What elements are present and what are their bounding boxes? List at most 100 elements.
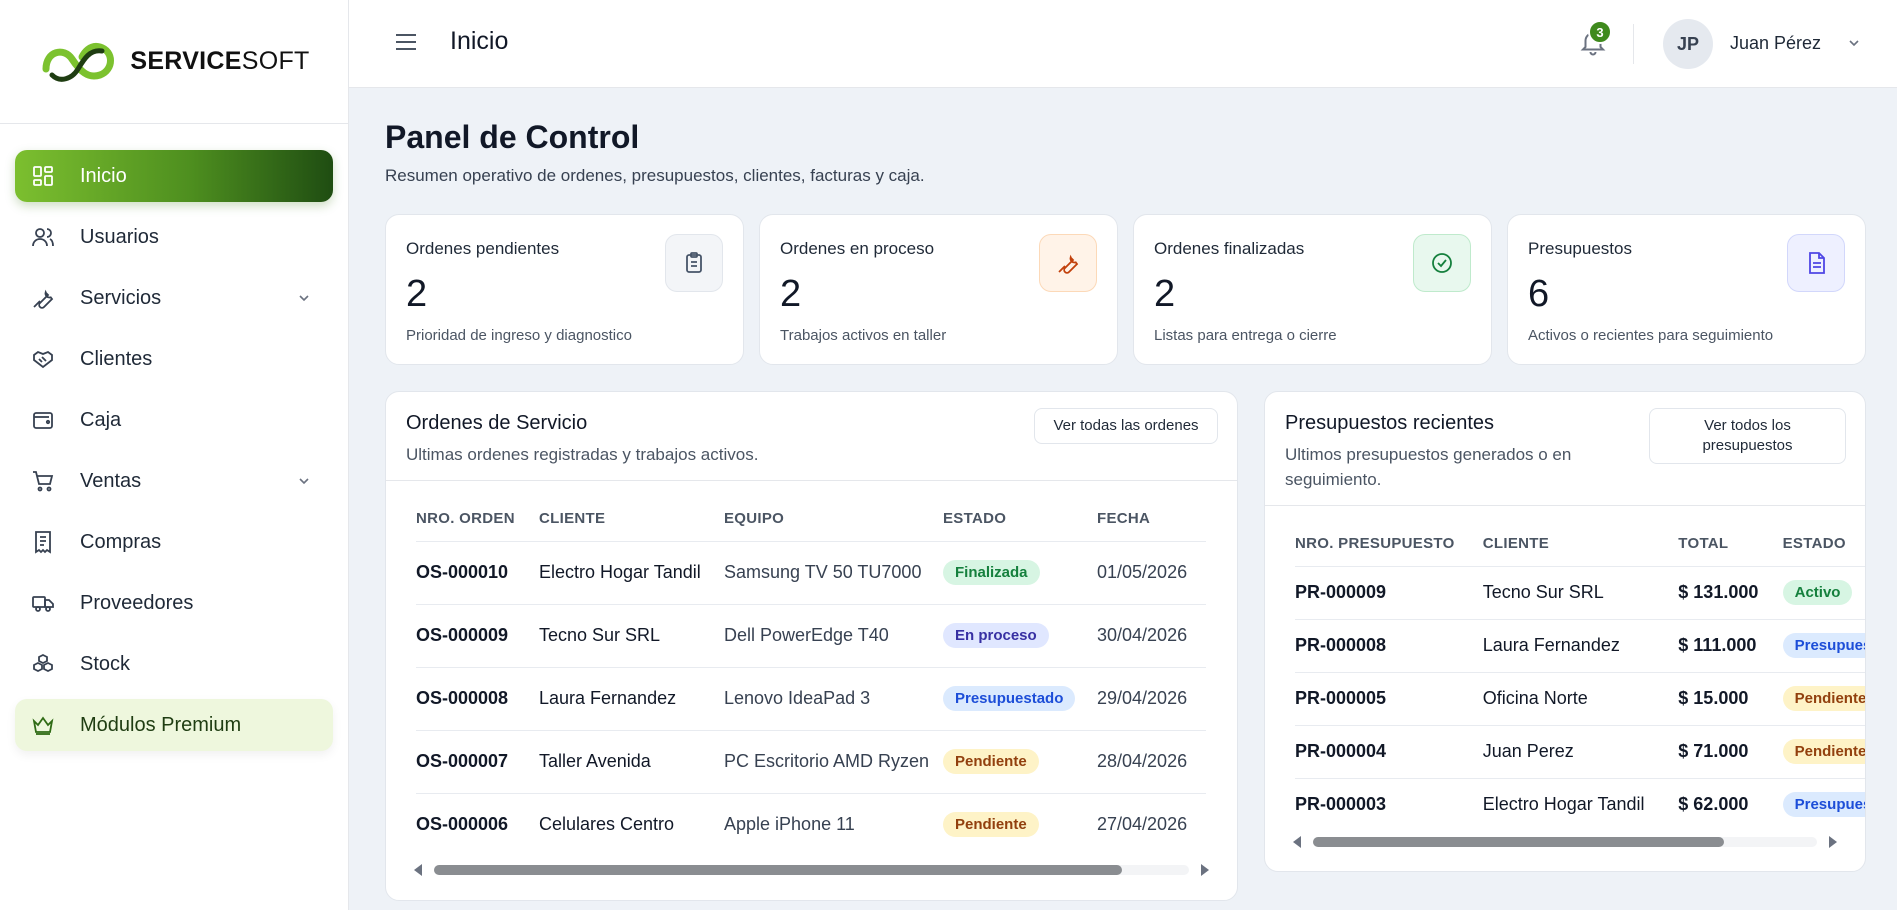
stat-description: Listas para entrega o cierre (1154, 327, 1337, 344)
table-row[interactable]: PR-000003 Electro Hogar Tandil $ 62.000 … (1295, 778, 1865, 831)
table-row[interactable]: OS-000008 Laura Fernandez Lenovo IdeaPad… (416, 667, 1206, 730)
table-row[interactable]: OS-000010 Electro Hogar Tandil Samsung T… (416, 541, 1206, 604)
document-icon (1787, 234, 1845, 292)
table-row[interactable]: PR-000009 Tecno Sur SRL $ 131.000 Activo (1295, 566, 1865, 619)
order-code[interactable]: OS-000006 (416, 793, 539, 856)
scroll-right-arrow-icon[interactable] (1201, 864, 1209, 876)
column-header[interactable]: NRO. ORDEN (416, 497, 539, 541)
header-divider (1633, 24, 1634, 64)
status-badge: Pendiente (943, 812, 1039, 838)
column-header[interactable]: EQUIPO (724, 497, 943, 541)
table-row[interactable]: OS-000007 Taller Avenida PC Escritorio A… (416, 730, 1206, 793)
sidebar: SERVICESOFT Inicio Usuarios Servicios Cl… (0, 0, 349, 910)
sidebar-item-usuarios[interactable]: Usuarios (15, 211, 333, 263)
quote-code[interactable]: PR-000004 (1295, 725, 1483, 778)
status-badge: Pendiente (1782, 739, 1865, 764)
table-row[interactable]: OS-000009 Tecno Sur SRL Dell PowerEdge T… (416, 604, 1206, 667)
status-badge: Activo (1782, 580, 1853, 605)
chevron-down-icon[interactable] (297, 471, 311, 494)
quote-code[interactable]: PR-000009 (1295, 566, 1483, 619)
sidebar-item-stock[interactable]: Stock (15, 638, 333, 690)
scroll-left-arrow-icon[interactable] (414, 864, 422, 876)
stat-card-finalizadas[interactable]: Ordenes finalizadas 2 Listas para entreg… (1133, 214, 1492, 365)
sidebar-item-modulos-premium[interactable]: Módulos Premium (15, 699, 333, 751)
column-header[interactable]: NRO. PRESUPUESTO (1295, 522, 1483, 566)
sidebar-item-proveedores[interactable]: Proveedores (15, 577, 333, 629)
sidebar-nav: Inicio Usuarios Servicios Clientes Caja … (0, 124, 348, 751)
stat-card-en-proceso[interactable]: Ordenes en proceso 2 Trabajos activos en… (759, 214, 1118, 365)
sidebar-item-label: Ventas (80, 469, 142, 492)
column-header[interactable]: ESTADO (1783, 522, 1865, 566)
scrollbar-thumb[interactable] (1313, 837, 1724, 847)
status-badge: En proceso (943, 623, 1049, 648)
sidebar-item-servicios[interactable]: Servicios (15, 272, 333, 324)
column-header[interactable]: TOTAL (1678, 522, 1782, 566)
scroll-left-arrow-icon[interactable] (1293, 836, 1301, 848)
truck-icon (30, 590, 56, 616)
stat-card-pendientes[interactable]: Ordenes pendientes 2 Prioridad de ingres… (385, 214, 744, 365)
horizontal-scrollbar[interactable] (1285, 834, 1845, 848)
quote-code[interactable]: PR-000005 (1295, 672, 1483, 725)
sidebar-item-compras[interactable]: Compras (15, 516, 333, 568)
stat-value: 6 (1528, 273, 1550, 315)
view-all-quotes-button[interactable]: Ver todos los presupuestos (1649, 408, 1846, 464)
order-equipment: Samsung TV 50 TU7000 (724, 562, 922, 582)
quotes-panel: Presupuestos recientes Ultimos presupues… (1264, 391, 1866, 872)
table-row[interactable]: PR-000005 Oficina Norte $ 15.000 Pendien… (1295, 672, 1865, 725)
quote-code[interactable]: PR-000008 (1295, 619, 1483, 672)
order-code[interactable]: OS-000008 (416, 667, 539, 730)
quotes-subtitle-line: Ultimos presupuestos generados o en (1285, 445, 1572, 464)
order-code[interactable]: OS-000007 (416, 730, 539, 793)
order-code[interactable]: OS-000010 (416, 541, 539, 604)
column-header[interactable]: ESTADO (943, 497, 1097, 541)
order-client: Tecno Sur SRL (539, 625, 661, 645)
horizontal-scrollbar[interactable] (406, 862, 1217, 876)
sidebar-item-label: Usuarios (80, 225, 159, 248)
grid-icon (30, 163, 56, 189)
view-all-orders-button[interactable]: Ver todas las ordenes (1034, 408, 1218, 444)
stat-card-presupuestos[interactable]: Presupuestos 6 Activos o recientes para … (1507, 214, 1866, 365)
sidebar-item-ventas[interactable]: Ventas (15, 455, 333, 507)
table-row[interactable]: PR-000004 Juan Perez $ 71.000 Pendiente (1295, 725, 1865, 778)
order-equipment: Apple iPhone 11 (724, 814, 855, 835)
column-header[interactable]: FECHA (1097, 497, 1206, 541)
orders-panel: Ordenes de Servicio Ultimas ordenes regi… (385, 391, 1238, 901)
status-badge: Presupuestado (1782, 792, 1865, 818)
table-row[interactable]: PR-000008 Laura Fernandez $ 111.000 Pres… (1295, 619, 1865, 672)
dashboard-title: Panel de Control (385, 119, 640, 155)
order-code[interactable]: OS-000009 (416, 604, 539, 667)
order-client: Taller Avenida (539, 751, 651, 771)
stat-value: 2 (406, 273, 428, 315)
sidebar-item-inicio[interactable]: Inicio (15, 150, 333, 202)
scrollbar-thumb[interactable] (434, 865, 1122, 875)
scroll-right-arrow-icon[interactable] (1829, 836, 1837, 848)
quote-code[interactable]: PR-000003 (1295, 778, 1483, 831)
chevron-down-icon[interactable] (297, 288, 311, 311)
quote-client: Laura Fernandez (1482, 635, 1620, 655)
sidebar-item-caja[interactable]: Caja (15, 394, 333, 446)
column-header[interactable]: CLIENTE (539, 497, 724, 541)
stat-description: Prioridad de ingreso y diagnostico (406, 327, 632, 344)
quote-total: $ 62.000 (1678, 794, 1749, 815)
user-name[interactable]: Juan Pérez (1730, 33, 1821, 54)
hamburger-menu-icon[interactable] (395, 32, 417, 52)
logo[interactable]: SERVICESOFT (0, 0, 348, 124)
order-date: 01/05/2026 (1097, 562, 1188, 582)
avatar[interactable]: JP (1663, 19, 1713, 69)
sidebar-item-clientes[interactable]: Clientes (15, 333, 333, 385)
wrench-icon (1039, 234, 1097, 292)
status-badge: Pendiente (1782, 686, 1865, 711)
button-label: Ver todos los (1704, 417, 1791, 434)
handshake-icon (30, 346, 56, 372)
stat-value: 2 (780, 273, 802, 315)
table-row[interactable]: OS-000006 Celulares Centro Apple iPhone … (416, 793, 1206, 856)
chevron-down-icon[interactable] (1847, 36, 1861, 55)
sidebar-item-label: Clientes (80, 347, 153, 370)
column-header[interactable]: CLIENTE (1483, 522, 1679, 566)
sidebar-item-label: Inicio (80, 164, 127, 187)
wallet-icon (30, 407, 56, 433)
check-circle-icon (1413, 234, 1471, 292)
quote-total: $ 15.000 (1678, 688, 1749, 708)
order-equipment: Dell PowerEdge T40 (724, 625, 889, 645)
dashboard-subtitle: Resumen operativo de ordenes, presupuest… (385, 166, 925, 185)
